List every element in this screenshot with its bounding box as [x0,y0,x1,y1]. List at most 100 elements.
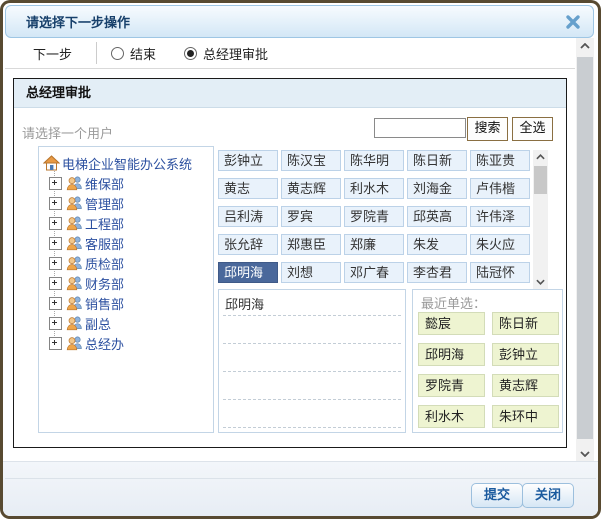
user-cell[interactable]: 卢伟楷 [470,178,530,199]
recent-user-cell[interactable]: 利水木 [418,405,485,428]
user-grid: 彭钟立陈汉宝陈华明陈日新陈亚贵黄志黄志辉利水木刘海金卢伟楷吕利涛罗宾罗院青邱英高… [218,150,531,283]
tree-item-4[interactable]: 客服部 [39,233,124,253]
user-cell[interactable]: 邱明海 [218,262,278,283]
user-cell[interactable]: 朱火应 [470,234,530,255]
user-cell[interactable]: 吕利涛 [218,206,278,227]
search-input[interactable] [374,118,466,138]
user-cell[interactable]: 彭钟立 [218,150,278,171]
tree-item-2[interactable]: 管理部 [39,193,124,213]
user-cell[interactable]: 罗宾 [281,206,341,227]
group-icon [66,195,83,211]
group-icon [66,215,83,231]
expand-plus-icon[interactable] [49,337,62,350]
expand-plus-icon[interactable] [49,317,62,330]
tree-item-label: 副总 [85,314,111,333]
next-step-dialog: 请选择下一步操作 下一步 结束 总经理审批 [3,3,598,516]
recent-user-cell[interactable]: 黄志辉 [492,374,559,397]
footer-divider [5,478,596,479]
user-cell[interactable]: 邱英高 [407,206,467,227]
next-step-label: 下一步 [33,44,72,63]
search-button[interactable]: 搜索 [467,117,508,141]
user-cell[interactable]: 陈华明 [344,150,404,171]
dialog-title: 请选择下一步操作 [6,12,130,31]
user-cell[interactable]: 刘海金 [407,178,467,199]
tree-item-label: 质检部 [85,254,124,273]
submit-button[interactable]: 提交 [471,483,523,508]
tree-item-label: 维保部 [85,174,124,193]
recent-user-cell[interactable]: 罗院青 [418,374,485,397]
expand-plus-icon[interactable] [49,217,62,230]
user-cell[interactable]: 李杏君 [407,262,467,283]
tree-item-label: 客服部 [85,234,124,253]
expand-plus-icon[interactable] [49,277,62,290]
tree-item-8[interactable]: 副总 [39,313,124,333]
group-icon [66,235,83,251]
tree-item-1[interactable]: 维保部 [39,173,124,193]
toolbar: 下一步 结束 总经理审批 [5,38,575,69]
user-cell[interactable]: 郑廉 [344,234,404,255]
recent-user-cell[interactable]: 懿宸 [418,312,485,335]
recent-user-cell[interactable]: 陈日新 [492,312,559,335]
expand-plus-icon[interactable] [49,257,62,270]
user-cell[interactable]: 郑惠臣 [281,234,341,255]
expand-plus-icon[interactable] [49,197,62,210]
user-cell[interactable]: 张允辞 [218,234,278,255]
group-icon [66,295,83,311]
scroll-up-icon[interactable] [533,150,548,164]
radio-icon[interactable] [111,47,124,60]
user-cell[interactable]: 邓广春 [344,262,404,283]
ruled-line [223,371,401,372]
radio-checked-icon[interactable] [184,47,197,60]
user-cell[interactable]: 陈汉宝 [281,150,341,171]
user-cell[interactable]: 陆冠怀 [470,262,530,283]
tree-item-label: 财务部 [85,274,124,293]
user-cell[interactable]: 刘想 [281,262,341,283]
user-cell[interactable]: 朱发 [407,234,467,255]
expand-plus-icon[interactable] [49,177,62,190]
radio-option-gm-approval[interactable]: 总经理审批 [184,44,268,63]
expand-plus-icon[interactable] [49,237,62,250]
group-icon [66,255,83,271]
tree-root-label: 电梯企业智能办公系统 [62,154,192,173]
radio-label: 结束 [130,44,156,63]
user-cell[interactable]: 黄志 [218,178,278,199]
scrollbar-thumb[interactable] [577,57,593,439]
user-cell[interactable]: 许伟泽 [470,206,530,227]
user-cell[interactable]: 陈日新 [407,150,467,171]
tree-item-7[interactable]: 销售部 [39,293,124,313]
user-cell[interactable]: 陈亚贵 [470,150,530,171]
recent-grid: 懿宸陈日新邱明海彭钟立罗院青黄志辉利水木朱环中 [418,312,559,428]
tree-root[interactable]: 电梯企业智能办公系统 [43,153,192,173]
scroll-down-icon[interactable] [576,446,594,462]
user-cell[interactable]: 利水木 [344,178,404,199]
expand-plus-icon[interactable] [49,297,62,310]
user-cell[interactable]: 罗院青 [344,206,404,227]
department-tree: 电梯企业智能办公系统 维保部管理部工程部客服部质检部财务部销售部副总总经办 [38,146,214,433]
approval-panel: 总经理审批 请选择一个用户 搜索 全选 电梯企业智能办公系统 维保部管理部工程部… [13,78,567,448]
scrollbar-thumb[interactable] [534,166,547,194]
close-icon[interactable] [565,14,581,30]
recent-user-cell[interactable]: 邱明海 [418,343,485,366]
dialog-scrollbar[interactable] [576,38,594,462]
scroll-up-icon[interactable] [576,38,594,54]
select-all-button[interactable]: 全选 [512,117,553,141]
dialog-footer: 提交 关闭 [3,461,598,516]
radio-option-end[interactable]: 结束 [111,44,156,63]
recent-user-cell[interactable]: 朱环中 [492,405,559,428]
tree-item-3[interactable]: 工程部 [39,213,124,233]
tree-item-label: 工程部 [85,214,124,233]
selected-user-name: 邱明海 [225,294,264,313]
tree-item-6[interactable]: 财务部 [39,273,124,293]
close-button[interactable]: 关闭 [522,483,574,508]
tree-item-9[interactable]: 总经办 [39,333,124,353]
group-icon [66,335,83,351]
user-cell[interactable]: 黄志辉 [281,178,341,199]
scroll-down-icon[interactable] [533,275,548,289]
recent-user-cell[interactable]: 彭钟立 [492,343,559,366]
select-user-prompt: 请选择一个用户 [22,123,113,142]
ruled-line [223,343,401,344]
tree-items: 维保部管理部工程部客服部质检部财务部销售部副总总经办 [39,173,124,353]
tree-item-5[interactable]: 质检部 [39,253,124,273]
user-grid-scrollbar[interactable] [533,150,548,289]
group-icon [66,275,83,291]
